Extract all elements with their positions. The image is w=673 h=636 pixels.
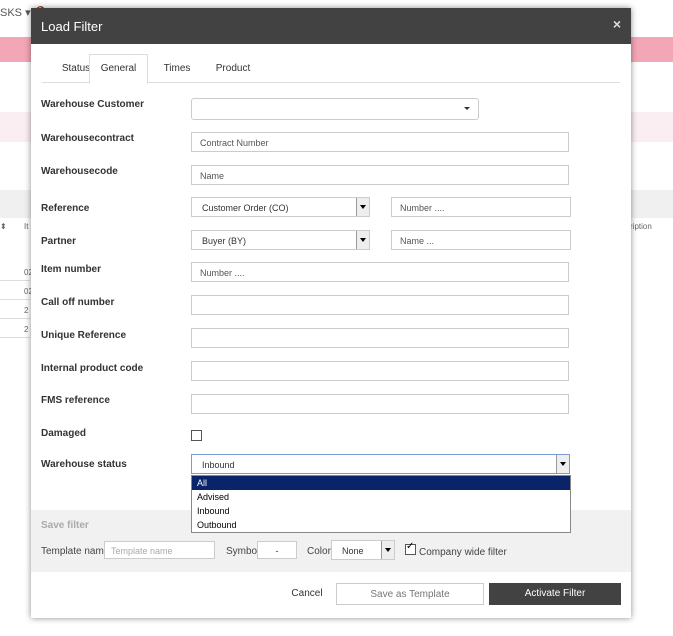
internal-product-code-input[interactable] <box>191 361 569 381</box>
template-name-input[interactable]: Template name <box>104 541 215 559</box>
dropdown-arrow-icon[interactable] <box>556 455 569 473</box>
background-item-label: It <box>24 222 29 231</box>
partner-type-value: Buyer (BY) <box>202 236 247 246</box>
modal-header: Load Filter × <box>31 8 631 44</box>
reference-number-input[interactable]: Number .... <box>391 197 571 217</box>
cancel-button[interactable]: Cancel <box>281 583 333 605</box>
chevron-down-icon: ▾ <box>25 7 31 19</box>
color-select[interactable]: None <box>331 540 395 560</box>
background-description-label: ription <box>630 222 652 231</box>
template-name-label: Template name <box>41 546 110 557</box>
warehouse-status-value: Inbound <box>202 460 235 470</box>
warehousecode-label: Warehousecode <box>41 166 118 177</box>
unique-reference-input[interactable] <box>191 328 569 348</box>
background-menu-label: SKS <box>0 7 23 19</box>
partner-name-input[interactable]: Name ... <box>391 230 571 250</box>
option-inbound[interactable]: Inbound <box>192 504 570 518</box>
warehouse-customer-label: Warehouse Customer <box>41 99 144 110</box>
color-label: Color <box>307 546 331 557</box>
option-all[interactable]: All <box>192 476 570 490</box>
reference-type-select[interactable]: Customer Order (CO) <box>191 197 370 217</box>
unique-reference-label: Unique Reference <box>41 330 127 341</box>
internal-product-code-label: Internal product code <box>41 363 144 374</box>
option-advised[interactable]: Advised <box>192 490 570 504</box>
close-icon[interactable]: × <box>613 16 621 32</box>
dropdown-arrow-icon[interactable] <box>381 541 394 559</box>
warehousecode-input[interactable]: Name <box>191 165 569 185</box>
warehouse-status-options: All Advised Inbound Outbound <box>191 475 571 533</box>
damaged-checkbox[interactable] <box>191 430 202 441</box>
symbol-label: Symbol <box>226 546 260 557</box>
activate-filter-button[interactable]: Activate Filter <box>489 583 621 605</box>
damaged-label: Damaged <box>41 428 87 439</box>
reference-type-value: Customer Order (CO) <box>202 203 289 213</box>
table-row <box>0 262 30 281</box>
warehousecontract-label: Warehousecontract <box>41 133 134 144</box>
partner-label: Partner <box>41 236 77 247</box>
save-filter-title: Save filter <box>41 520 89 531</box>
warehouse-customer-select[interactable] <box>191 98 479 120</box>
symbol-select[interactable]: - <box>257 541 297 559</box>
warehousecontract-input[interactable]: Contract Number <box>191 132 569 152</box>
company-wide-label: Company wide filter <box>419 547 507 558</box>
fms-reference-label: FMS reference <box>41 395 110 406</box>
option-outbound[interactable]: Outbound <box>192 518 570 532</box>
dropdown-arrow-icon[interactable] <box>356 198 369 216</box>
table-row <box>0 300 30 319</box>
tab-times[interactable]: Times <box>154 56 200 82</box>
dropdown-arrow-icon[interactable] <box>356 231 369 249</box>
chevron-down-icon <box>464 107 470 110</box>
reference-label: Reference <box>41 203 90 214</box>
checkmark-icon: ✓ <box>406 541 415 552</box>
call-off-number-label: Call off number <box>41 297 115 308</box>
fms-reference-input[interactable] <box>191 394 569 414</box>
symbol-value: - <box>275 546 279 556</box>
partner-type-select[interactable]: Buyer (BY) <box>191 230 370 250</box>
table-row <box>0 319 30 338</box>
load-filter-modal: Load Filter × Status General Times Produ… <box>31 8 631 618</box>
item-number-input[interactable]: Number .... <box>191 262 569 282</box>
table-row <box>0 281 30 300</box>
tab-bar: Status General Times Product <box>42 54 620 84</box>
call-off-number-input[interactable] <box>191 295 569 315</box>
warehouse-status-label: Warehouse status <box>41 459 127 470</box>
tab-product[interactable]: Product <box>207 56 259 82</box>
sort-icon: ⬍ <box>0 222 7 231</box>
company-wide-checkbox[interactable]: ✓ <box>405 541 416 555</box>
save-as-template-button[interactable]: Save as Template <box>336 583 484 605</box>
warehouse-status-select[interactable]: Inbound <box>191 454 570 474</box>
item-number-label: Item number <box>41 264 102 275</box>
tab-general[interactable]: General <box>89 54 148 84</box>
color-value: None <box>342 546 364 556</box>
modal-title: Load Filter <box>41 19 103 34</box>
